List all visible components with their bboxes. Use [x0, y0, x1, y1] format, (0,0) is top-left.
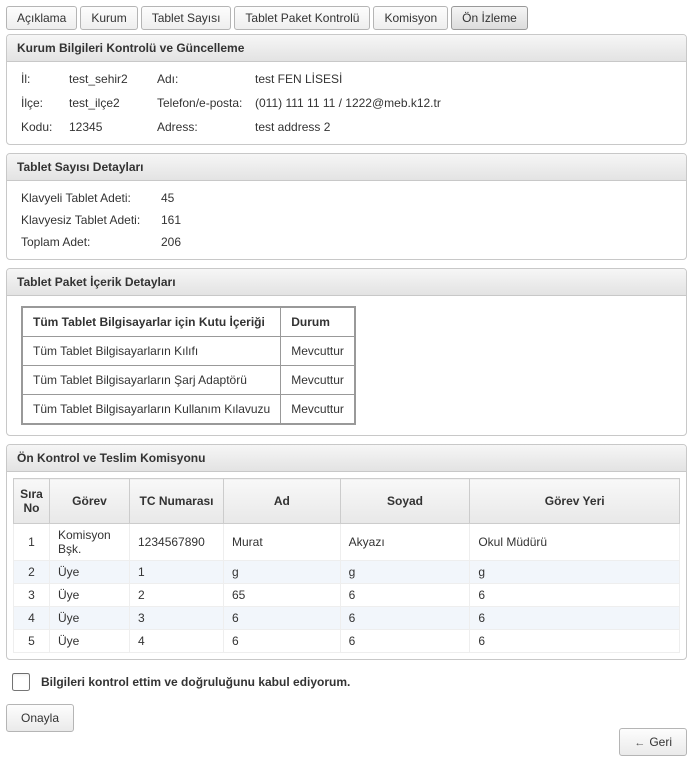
cell-soyad: 6 — [340, 607, 470, 630]
confirm-row: Bilgileri kontrol ettim ve doğruluğunu k… — [8, 670, 681, 694]
cell-yer: 6 — [470, 607, 680, 630]
paket-table: Tüm Tablet Bilgisayarlar için Kutu İçeri… — [21, 306, 356, 425]
panel-paket-title: Tablet Paket İçerik Detayları — [7, 269, 686, 296]
confirm-checkbox[interactable] — [12, 673, 30, 691]
cell-tc: 4 — [130, 630, 224, 653]
onayla-button[interactable]: Onayla — [6, 704, 74, 732]
klavyeli-label: Klavyeli Tablet Adeti: — [21, 191, 161, 205]
toplam-value: 206 — [161, 235, 181, 249]
kodu-label: Kodu: — [21, 120, 69, 134]
paket-name: Tüm Tablet Bilgisayarların Kılıfı — [22, 337, 281, 366]
paket-status: Mevcuttur — [281, 366, 355, 395]
il-label: İl: — [21, 72, 69, 86]
arrow-left-icon: ← — [634, 737, 645, 749]
geri-button-label: Geri — [649, 735, 672, 749]
panel-tablet-sayisi: Tablet Sayısı Detayları Klavyeli Tablet … — [6, 153, 687, 260]
geri-button[interactable]: ← Geri — [619, 728, 687, 756]
grid-col-yer: Görev Yeri — [470, 479, 680, 524]
tab-komisyon[interactable]: Komisyon — [373, 6, 448, 30]
tab-tablet-paket[interactable]: Tablet Paket Kontrolü — [234, 6, 370, 30]
panel-tablet-sayisi-title: Tablet Sayısı Detayları — [7, 154, 686, 181]
cell-gorev: Üye — [50, 561, 130, 584]
cell-gorev: Üye — [50, 630, 130, 653]
paket-col-status: Durum — [281, 307, 355, 337]
klavyeli-value: 45 — [161, 191, 174, 205]
cell-no: 2 — [14, 561, 50, 584]
cell-tc: 1234567890 — [130, 524, 224, 561]
cell-no: 3 — [14, 584, 50, 607]
adres-value: test address 2 — [255, 120, 672, 134]
cell-yer: 6 — [470, 584, 680, 607]
paket-name: Tüm Tablet Bilgisayarların Kullanım Kıla… — [22, 395, 281, 425]
toplam-label: Toplam Adet: — [21, 235, 161, 249]
klavyesiz-value: 161 — [161, 213, 181, 227]
table-row: 2Üye1ggg — [14, 561, 680, 584]
panel-paket: Tablet Paket İçerik Detayları Tüm Tablet… — [6, 268, 687, 436]
ilce-label: İlçe: — [21, 96, 69, 110]
cell-soyad: 6 — [340, 630, 470, 653]
cell-no: 4 — [14, 607, 50, 630]
kodu-value: 12345 — [69, 120, 157, 134]
table-row: Tüm Tablet Bilgisayarların Şarj Adaptörü… — [22, 366, 355, 395]
cell-tc: 2 — [130, 584, 224, 607]
paket-status: Mevcuttur — [281, 337, 355, 366]
cell-yer: g — [470, 561, 680, 584]
tab-aciklama[interactable]: Açıklama — [6, 6, 77, 30]
panel-komisyon-title: Ön Kontrol ve Teslim Komisyonu — [7, 445, 686, 472]
adi-label: Adı: — [157, 72, 255, 86]
cell-ad: 6 — [224, 607, 341, 630]
cell-gorev: Üye — [50, 584, 130, 607]
il-value: test_sehir2 — [69, 72, 157, 86]
adres-label: Adress: — [157, 120, 255, 134]
cell-no: 1 — [14, 524, 50, 561]
tab-on-izleme[interactable]: Ön İzleme — [451, 6, 528, 30]
cell-yer: 6 — [470, 630, 680, 653]
tab-tablet-sayisi[interactable]: Tablet Sayısı — [141, 6, 232, 30]
cell-soyad: Akyazı — [340, 524, 470, 561]
cell-ad: 6 — [224, 630, 341, 653]
cell-gorev: Komisyon Bşk. — [50, 524, 130, 561]
table-row: 1Komisyon Bşk.1234567890MuratAkyazıOkul … — [14, 524, 680, 561]
tel-label: Telefon/e-posta: — [157, 96, 255, 110]
tel-value: (011) 111 11 11 / 1222@meb.k12.tr — [255, 96, 672, 110]
paket-name: Tüm Tablet Bilgisayarların Şarj Adaptörü — [22, 366, 281, 395]
table-row: 5Üye4666 — [14, 630, 680, 653]
cell-gorev: Üye — [50, 607, 130, 630]
panel-kurum: Kurum Bilgileri Kontrolü ve Güncelleme İ… — [6, 34, 687, 145]
cell-ad: Murat — [224, 524, 341, 561]
grid-col-tc: TC Numarası — [130, 479, 224, 524]
cell-ad: 65 — [224, 584, 341, 607]
cell-soyad: g — [340, 561, 470, 584]
klavyesiz-label: Klavyesiz Tablet Adeti: — [21, 213, 161, 227]
grid-col-no: SıraNo — [14, 479, 50, 524]
ilce-value: test_ilçe2 — [69, 96, 157, 110]
grid-col-ad: Ad — [224, 479, 341, 524]
komisyon-grid: SıraNo Görev TC Numarası Ad Soyad Görev … — [13, 478, 680, 653]
cell-ad: g — [224, 561, 341, 584]
cell-tc: 3 — [130, 607, 224, 630]
confirm-label: Bilgileri kontrol ettim ve doğruluğunu k… — [41, 675, 350, 689]
panel-kurum-title: Kurum Bilgileri Kontrolü ve Güncelleme — [7, 35, 686, 62]
paket-col-content: Tüm Tablet Bilgisayarlar için Kutu İçeri… — [22, 307, 281, 337]
table-row: Tüm Tablet Bilgisayarların KılıfıMevcutt… — [22, 337, 355, 366]
table-row: Tüm Tablet Bilgisayarların Kullanım Kıla… — [22, 395, 355, 425]
table-row: 3Üye26566 — [14, 584, 680, 607]
panel-komisyon: Ön Kontrol ve Teslim Komisyonu SıraNo Gö… — [6, 444, 687, 660]
cell-tc: 1 — [130, 561, 224, 584]
grid-col-soyad: Soyad — [340, 479, 470, 524]
cell-soyad: 6 — [340, 584, 470, 607]
tab-bar: Açıklama Kurum Tablet Sayısı Tablet Pake… — [6, 6, 687, 30]
table-row: 4Üye3666 — [14, 607, 680, 630]
cell-no: 5 — [14, 630, 50, 653]
tab-kurum[interactable]: Kurum — [80, 6, 137, 30]
grid-col-gorev: Görev — [50, 479, 130, 524]
paket-status: Mevcuttur — [281, 395, 355, 425]
cell-yer: Okul Müdürü — [470, 524, 680, 561]
adi-value: test FEN LİSESİ — [255, 72, 672, 86]
